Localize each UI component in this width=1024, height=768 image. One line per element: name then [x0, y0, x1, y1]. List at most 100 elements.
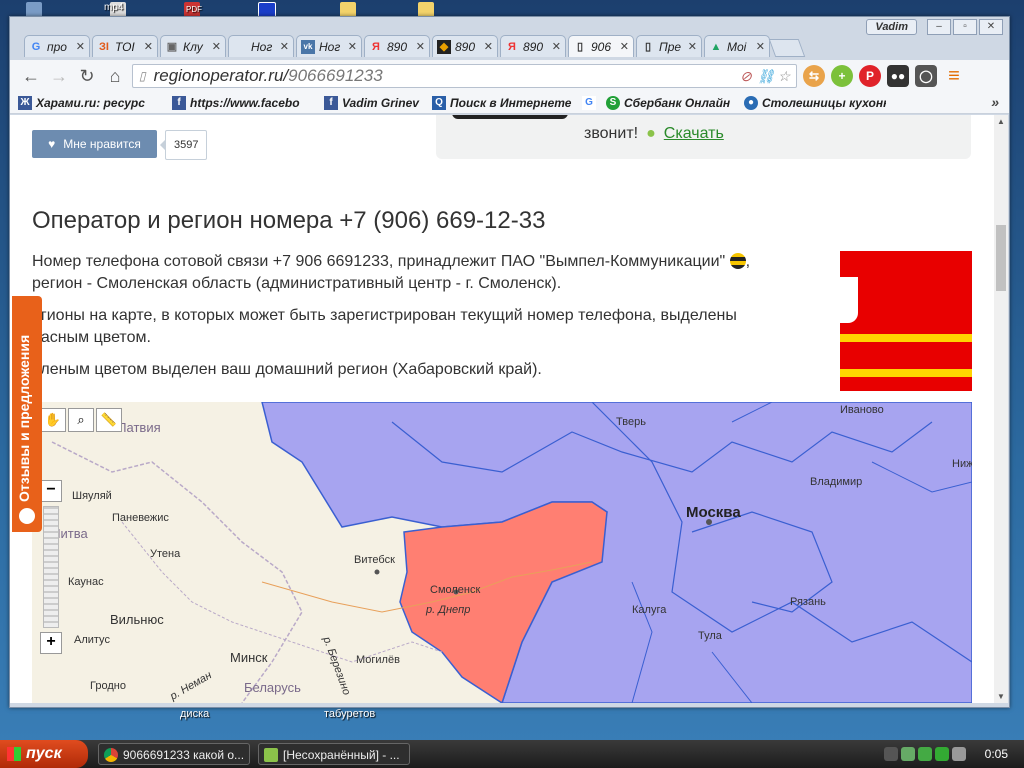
forward-button[interactable]: → — [48, 65, 70, 87]
tab-label: Ног — [319, 39, 341, 54]
bookmark-item[interactable]: f https://www.facebo — [172, 95, 318, 110]
pinterest-icon[interactable]: P — [859, 65, 881, 87]
zoom-slider[interactable] — [43, 506, 59, 628]
tray-arrow-icon[interactable] — [883, 747, 898, 761]
scroll-down-arrow[interactable]: ▼ — [997, 692, 1005, 701]
bookmarks-overflow-button[interactable]: » — [991, 94, 999, 110]
reload-button[interactable]: ↻ — [76, 65, 98, 87]
browser-tab[interactable]: ▯ Пре ✕ — [636, 35, 702, 57]
notepad-icon — [264, 748, 278, 762]
map-label: Минск — [230, 650, 268, 665]
like-button[interactable]: ♥ Мне нравится — [32, 130, 157, 158]
tray-app-icon[interactable] — [900, 747, 915, 761]
tab-label: 890 — [455, 39, 476, 54]
scroll-up-arrow[interactable]: ▲ — [997, 117, 1005, 126]
chat-icon — [19, 508, 35, 524]
tab-close-icon[interactable]: ✕ — [484, 40, 493, 53]
map-label: Каунас — [68, 576, 104, 588]
bulb-extension-icon[interactable]: ◯ — [915, 65, 937, 87]
back-button[interactable]: ← — [20, 65, 42, 87]
zoom-in-button[interactable]: + — [40, 632, 62, 654]
minimize-button[interactable]: – — [927, 19, 951, 35]
utorrent-icon[interactable] — [917, 747, 932, 761]
app-promo-box: звонит! ● Скачать — [436, 115, 971, 159]
window-controls: Vadim – ▫ ✕ — [866, 19, 1003, 35]
link-icon[interactable]: ⛓ — [757, 68, 775, 84]
operator-description: Номер телефона сотовой связи +7 906 6691… — [32, 253, 751, 292]
menu-icon[interactable]: ≡ — [943, 65, 965, 87]
browser-tab[interactable]: ЗІ ТОІ ✕ — [92, 35, 158, 57]
download-link[interactable]: Скачать — [664, 125, 724, 143]
scrollbar-thumb[interactable] — [996, 225, 1006, 291]
map-label: Витебск — [354, 554, 395, 566]
region-map[interactable]: Тверь Иваново Ниж Владимир Москва Смолен… — [32, 402, 972, 703]
browser-tab[interactable]: G про ✕ — [24, 35, 90, 57]
tab-close-icon[interactable]: ✕ — [756, 40, 765, 53]
star-icon[interactable]: ☆ — [776, 68, 792, 84]
home-button[interactable]: ⌂ — [104, 65, 126, 87]
bookmarks-bar: Ж Харами.ru: ресурс f https://www.facebo… — [10, 92, 1009, 114]
browser-tab[interactable]: vk Ног ✕ — [296, 35, 362, 57]
taskbar-item[interactable]: [Несохранённый] - ... — [258, 743, 410, 765]
tab-close-icon[interactable]: ✕ — [620, 40, 629, 53]
desktop-icon-label: табуретов — [324, 708, 376, 720]
tab-close-icon[interactable]: ✕ — [280, 40, 289, 53]
browser-tab[interactable]: ▲ Моі ✕ — [704, 35, 770, 57]
region-flag — [840, 251, 972, 391]
bookmark-item[interactable]: ● Столешницы кухонн — [744, 95, 886, 110]
ruler-tool-icon[interactable]: 📏 — [96, 408, 122, 432]
map-label: Гродно — [90, 680, 126, 692]
new-tab-button[interactable] — [768, 39, 806, 57]
plus-extension-icon[interactable]: + — [831, 65, 853, 87]
beeline-icon — [729, 253, 746, 269]
map-description: егионы на карте, в которых может быть за… — [32, 307, 737, 346]
tab-close-icon[interactable]: ✕ — [416, 40, 425, 53]
browser-tab-active[interactable]: ▯ 906 ✕ — [568, 35, 634, 57]
tab-close-icon[interactable]: ✕ — [552, 40, 561, 53]
tab-close-icon[interactable]: ✕ — [144, 40, 153, 53]
browser-tab[interactable]: Я 890 ✕ — [364, 35, 430, 57]
page-viewport: ♥ Мне нравится 3597 звонит! ● Скачать Оп… — [10, 115, 994, 703]
bookmark-icon: ● — [744, 95, 758, 110]
tab-close-icon[interactable]: ✕ — [212, 40, 221, 53]
start-button[interactable]: пуск — [0, 740, 88, 768]
network-icon[interactable] — [934, 747, 949, 761]
desktop-icon-label: PDF — [186, 5, 202, 14]
bookmark-label: Сбербанк Онлайн — [624, 95, 731, 110]
hand-tool-icon[interactable]: ✋ — [40, 408, 66, 432]
browser-tab[interactable]: ◆ 890 ✕ — [432, 35, 498, 57]
page-icon: ▯ — [139, 69, 146, 83]
browser-tab[interactable]: Ног ✕ — [228, 35, 294, 57]
omnibox-icons: ⊘ ⛓ ☆ — [738, 68, 792, 84]
map-label: Тула — [698, 630, 722, 642]
tab-close-icon[interactable]: ✕ — [76, 40, 85, 53]
volume-icon[interactable] — [951, 747, 966, 761]
glasses-extension-icon[interactable]: ●● — [887, 65, 909, 87]
page-scrollbar[interactable]: ▲ ▼ — [994, 115, 1008, 703]
extension-icon[interactable]: ⇆ — [803, 65, 825, 87]
maximize-button[interactable]: ▫ — [953, 19, 977, 35]
browser-tab[interactable]: Я 890 ✕ — [500, 35, 566, 57]
bookmark-item[interactable]: G — [582, 95, 600, 110]
address-bar[interactable]: ▯ regionoperator.ru/9066691233 ⊘ ⛓ ☆ — [132, 64, 797, 88]
zoom-tool-icon[interactable]: ⌕ — [68, 408, 94, 432]
close-button[interactable]: ✕ — [979, 19, 1003, 35]
feedback-tab[interactable]: Отзывы и предложения — [12, 296, 42, 532]
bookmark-item[interactable]: S Сбербанк Онлайн — [606, 95, 738, 110]
profile-badge[interactable]: Vadim — [866, 19, 917, 35]
blocked-icon[interactable]: ⊘ — [738, 68, 754, 84]
bookmark-item[interactable]: f Vadim Grinev — [324, 95, 426, 110]
browser-tab[interactable]: ▣ Клу ✕ — [160, 35, 226, 57]
bookmark-label: Столешницы кухонн — [762, 95, 886, 110]
map-label: Ниж — [952, 458, 972, 470]
zoom-out-button[interactable]: − — [40, 480, 62, 502]
taskbar-item[interactable]: 9066691233 какой о... — [98, 743, 250, 765]
tab-close-icon[interactable]: ✕ — [348, 40, 357, 53]
tab-close-icon[interactable]: ✕ — [688, 40, 697, 53]
bookmark-item[interactable]: Ж Харами.ru: ресурс — [18, 95, 166, 110]
facebook-icon: f — [324, 95, 338, 110]
google-icon: G — [31, 40, 41, 53]
map-label: Рязань — [790, 596, 826, 608]
phone-icon: ▯ — [644, 40, 652, 53]
bookmark-item[interactable]: Q Поиск в Интернете — [432, 95, 576, 110]
